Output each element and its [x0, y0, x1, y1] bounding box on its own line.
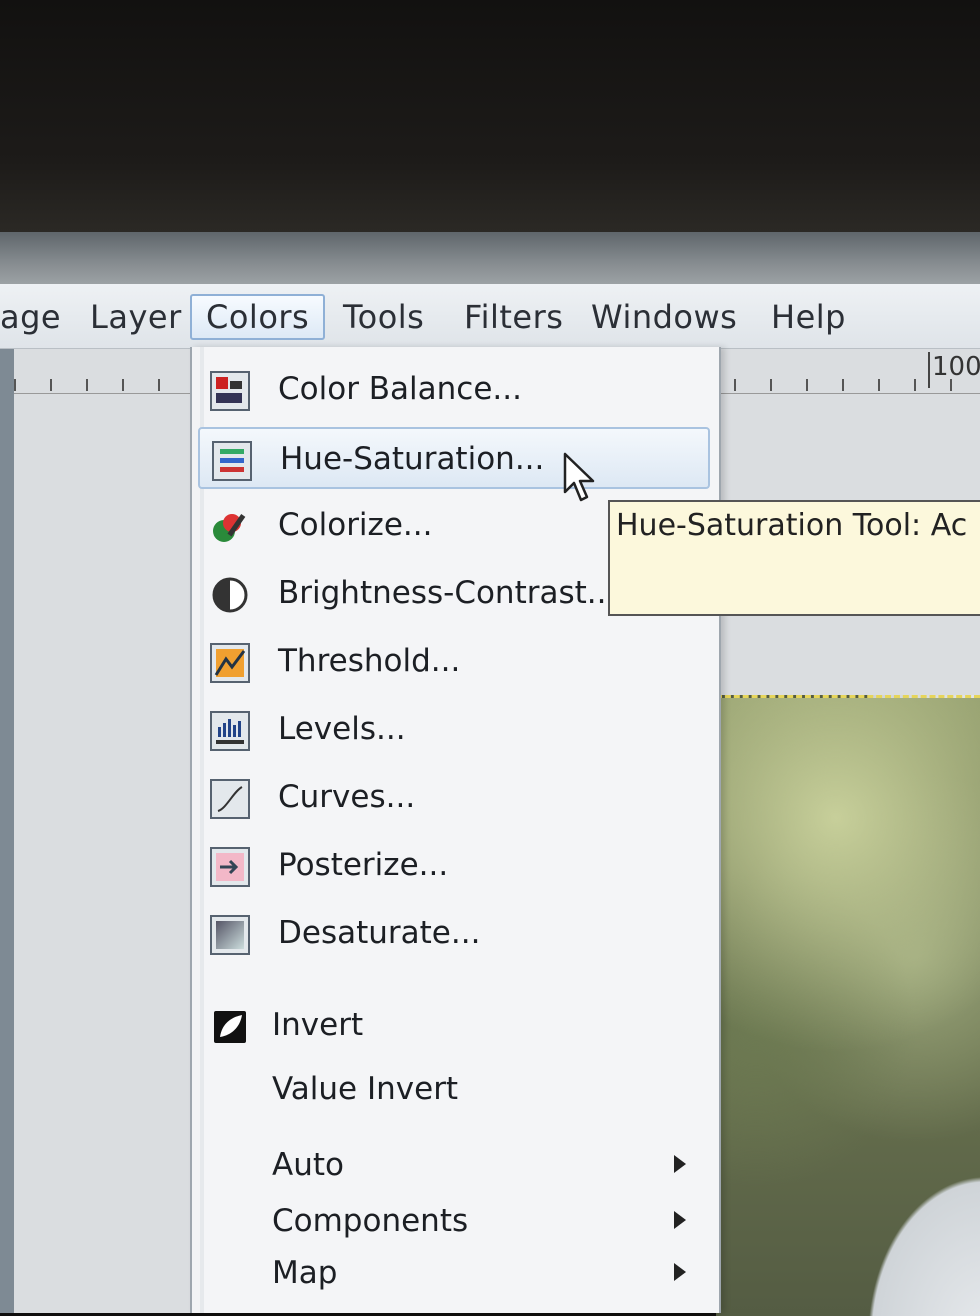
tooltip-text: Hue-Saturation Tool: Ac — [616, 508, 968, 543]
menu-item-label: Auto — [272, 1147, 344, 1183]
menu-item-map[interactable]: Map — [198, 1243, 710, 1305]
monitor-bezel — [0, 0, 980, 232]
menu-item-label: Colorize... — [278, 507, 433, 543]
menu-item-label: Desaturate... — [278, 915, 481, 951]
menu-item-auto[interactable]: Auto — [198, 1135, 710, 1197]
submenu-arrow-icon — [674, 1211, 686, 1229]
menu-item-color-balance[interactable]: Color Balance... — [198, 359, 710, 421]
menu-item-invert[interactable]: Invert — [198, 995, 710, 1057]
ruler-label: 100 — [928, 352, 980, 388]
tooltip: Hue-Saturation Tool: Ac — [608, 500, 980, 616]
menu-windows[interactable]: Windows — [591, 294, 737, 340]
menu-item-label: Curves... — [278, 779, 416, 815]
menu-item-label: Brightness-Contrast... — [278, 575, 617, 611]
desaturate-icon — [210, 915, 250, 955]
menu-item-curves[interactable]: Curves... — [198, 767, 710, 829]
color-balance-icon — [210, 371, 250, 411]
image-canvas[interactable] — [716, 695, 980, 1316]
menu-item-label: Map — [272, 1255, 338, 1291]
menu-filters[interactable]: Filters — [464, 294, 563, 340]
window-title-bar — [0, 232, 980, 284]
menu-item-desaturate[interactable]: Desaturate... — [198, 903, 710, 965]
toolbox-panel-edge — [0, 349, 14, 1313]
colors-dropdown-menu: Color Balance... Hue-Saturation... Color… — [190, 347, 721, 1313]
menu-item-value-invert[interactable]: Value Invert — [198, 1059, 710, 1121]
submenu-arrow-icon — [674, 1155, 686, 1173]
menu-layer[interactable]: Layer — [90, 294, 182, 340]
menu-tools[interactable]: Tools — [343, 294, 424, 340]
menu-item-hue-saturation[interactable]: Hue-Saturation... — [198, 427, 710, 489]
posterize-icon — [210, 847, 250, 887]
hue-saturation-icon — [212, 441, 252, 481]
menu-bar: age Layer Colors Tools Filters Windows H… — [0, 284, 980, 349]
brightness-contrast-icon — [210, 575, 250, 615]
menu-item-label: Hue-Saturation... — [280, 441, 545, 477]
menu-help[interactable]: Help — [771, 294, 846, 340]
curves-icon — [210, 779, 250, 819]
submenu-arrow-icon — [674, 1263, 686, 1281]
menu-item-label: Invert — [272, 1007, 364, 1043]
menu-item-label: Value Invert — [272, 1071, 459, 1107]
menu-image[interactable]: age — [0, 294, 61, 340]
menu-colors[interactable]: Colors — [190, 294, 326, 340]
levels-icon — [210, 711, 250, 751]
menu-item-threshold[interactable]: Threshold... — [198, 631, 710, 693]
menu-item-label: Threshold... — [278, 643, 461, 679]
menu-item-label: Color Balance... — [278, 371, 522, 407]
menu-item-label: Components — [272, 1203, 469, 1239]
mouse-cursor-icon — [563, 452, 595, 502]
invert-icon — [210, 1007, 250, 1047]
threshold-icon — [210, 643, 250, 683]
colorize-icon — [210, 507, 250, 547]
menu-item-label: Posterize... — [278, 847, 449, 883]
menu-item-levels[interactable]: Levels... — [198, 699, 710, 761]
menu-item-posterize[interactable]: Posterize... — [198, 835, 710, 897]
menu-item-label: Levels... — [278, 711, 406, 747]
